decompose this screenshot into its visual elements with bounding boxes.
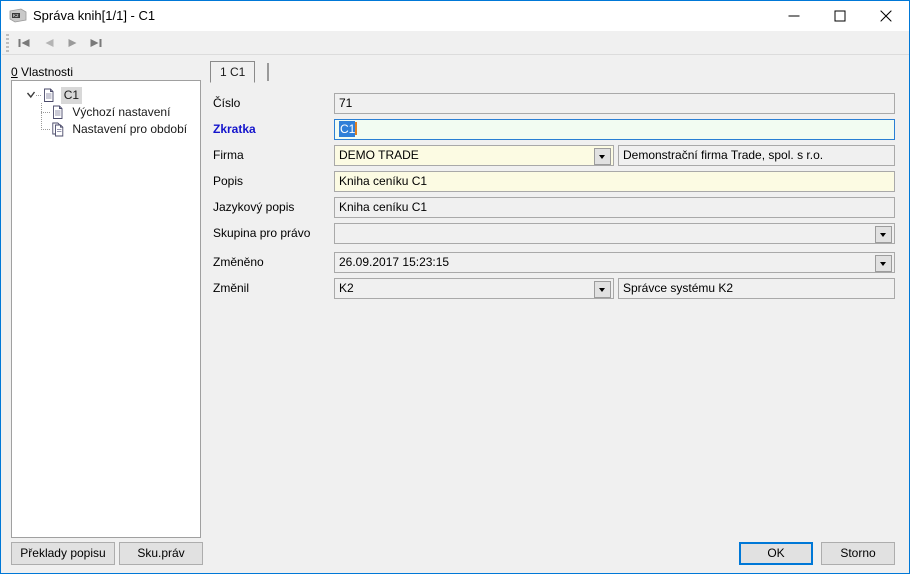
label-jazykovy-popis: Jazykový popis [213,200,295,214]
label-popis: Popis [213,174,244,188]
form-row-firma: Firma DEMO TRADE Demonstrační firma Trad… [1,145,909,167]
chevron-down-icon[interactable] [594,281,611,298]
form-row-zmenil: Změnil K2 Správce systému K2 [1,278,909,300]
k2-app-icon: K2 [9,8,27,24]
dialog-window: K2 Správa knih[1/1] - C1 0 Vlastnosti C1… [0,0,910,574]
next-record-icon [68,39,77,47]
preklady-popisu-button[interactable]: Překlady popisu [11,542,115,565]
field-zmenil-description: Správce systému K2 [618,278,895,299]
text-caret [355,122,358,135]
label-zmenil: Změnil [213,281,250,295]
field-zmenil[interactable]: K2 [334,278,614,299]
label-zkratka: Zkratka [213,122,256,136]
toolbar-separator [2,54,909,55]
form-row-zkratka: Zkratka C1 [1,119,909,141]
last-record-button[interactable] [85,33,107,53]
label-cislo: Číslo [213,96,241,110]
first-record-icon [18,39,30,47]
toolbar-grip-handle[interactable] [6,34,9,52]
form-row-cislo: Číslo 71 [1,93,909,115]
navigation-toolbar [2,31,909,55]
field-zkratka-selection: C1 [339,121,356,137]
field-zkratka[interactable]: C1 [334,119,895,140]
field-firma-description: Demonstrační firma Trade, spol. s r.o. [618,145,895,166]
minimize-button[interactable] [771,1,817,30]
ok-button[interactable]: OK [739,542,813,565]
field-popis[interactable]: Kniha ceníku C1 [334,171,895,192]
next-record-button[interactable] [62,33,84,53]
title-bar: K2 Správa knih[1/1] - C1 [1,1,909,31]
field-skupina-pro-pravo[interactable] [334,223,895,244]
maximize-button[interactable] [817,1,863,30]
svg-text:K2: K2 [13,13,19,18]
form-row-zmeneno: Změněno 26.09.2017 15:23:15 [1,252,909,274]
minimize-icon [788,15,800,16]
form-row-popis: Popis Kniha ceníku C1 [1,171,909,193]
first-record-button[interactable] [13,33,35,53]
sku-prav-button[interactable]: Sku.práv [119,542,203,565]
close-button[interactable] [863,1,909,30]
previous-record-icon [45,39,54,47]
label-zmeneno: Změněno [213,255,264,269]
field-firma[interactable]: DEMO TRADE [334,145,614,166]
tab-1-c1[interactable]: 1 C1 [210,61,256,83]
close-icon [880,10,892,21]
tab-separator [267,63,269,81]
properties-label-text: Vlastnosti [17,65,74,79]
tab-strip: 1 C1 [210,61,895,83]
window-title: Správa knih[1/1] - C1 [33,8,156,23]
storno-button[interactable]: Storno [821,542,895,565]
field-jazykovy-popis[interactable]: Kniha ceníku C1 [334,197,895,218]
form-row-skupina-pro-pravo: Skupina pro právo [1,223,909,245]
maximize-icon [834,10,846,21]
previous-record-button[interactable] [38,33,60,53]
last-record-icon [90,39,102,47]
label-firma: Firma [213,148,244,162]
form-row-jazykovy-popis: Jazykový popis Kniha ceníku C1 [1,197,909,219]
field-zmeneno[interactable]: 26.09.2017 15:23:15 [334,252,895,273]
label-skupina-pro-pravo: Skupina pro právo [213,226,311,240]
chevron-down-icon[interactable] [875,255,892,272]
properties-accelerator: 0 [11,65,18,79]
properties-label: 0 Vlastnosti [11,65,73,79]
chevron-down-icon[interactable] [594,148,611,165]
field-cislo[interactable]: 71 [334,93,895,114]
chevron-down-icon[interactable] [875,226,892,243]
